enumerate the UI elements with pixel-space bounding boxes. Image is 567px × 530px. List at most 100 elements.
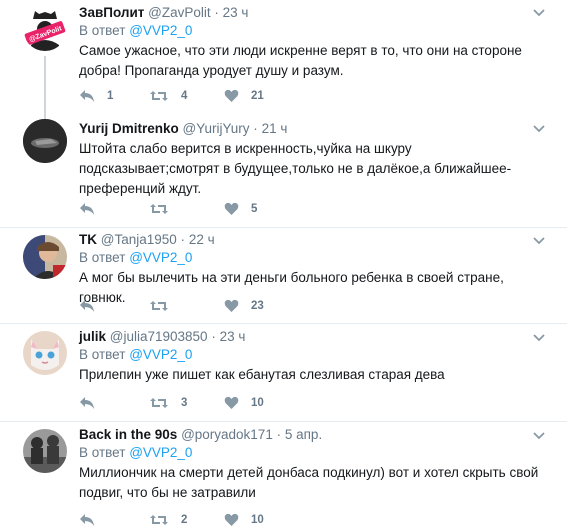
heart-icon xyxy=(224,396,239,409)
reply-context: В ответ @VVP2_0 xyxy=(79,444,547,462)
tweet-text: Миллиончик на смерти детей донбаса подки… xyxy=(79,465,539,500)
retweet-icon xyxy=(150,398,168,408)
like-button[interactable]: 10 xyxy=(224,513,264,527)
tweet-header: TK @Tanja1950 · 22 ч xyxy=(79,231,547,249)
tweet-content: Yurij Dmitrenko @YurijYury · 21 ч Штойта… xyxy=(79,120,547,199)
reply-context: В ответ @VVP2_0 xyxy=(79,22,547,40)
user-name[interactable]: Yurij Dmitrenko xyxy=(79,121,179,136)
separator: · xyxy=(276,427,282,442)
thread-line xyxy=(44,56,46,120)
retweet-icon xyxy=(150,204,168,214)
like-button[interactable]: 23 xyxy=(224,299,264,313)
reply-prefix: В ответ xyxy=(79,445,126,460)
user-handle[interactable]: @julia71903850 xyxy=(110,329,208,344)
timestamp[interactable]: 23 ч xyxy=(223,5,249,20)
retweet-button[interactable] xyxy=(149,299,181,313)
tweet[interactable]: Back in the 90s @poryadok171 · 5 апр. В … xyxy=(0,422,567,530)
retweet-icon xyxy=(150,301,168,311)
tweet[interactable]: Yurij Dmitrenko @YurijYury · 21 ч Штойта… xyxy=(0,114,567,228)
reply-prefix: В ответ xyxy=(79,347,126,362)
user-handle[interactable]: @poryadok171 xyxy=(181,427,273,442)
retweet-button[interactable]: 4 xyxy=(149,89,187,103)
avatar[interactable] xyxy=(23,119,67,163)
avatar-image xyxy=(23,331,67,375)
separator: · xyxy=(253,121,258,136)
reply-icon xyxy=(80,300,94,312)
user-name[interactable]: ЗавПолит xyxy=(79,5,144,20)
reply-button[interactable]: 1 xyxy=(79,89,113,103)
reply-to-link[interactable]: @VVP2_0 xyxy=(129,445,192,460)
reply-context: В ответ @VVP2_0 xyxy=(79,346,547,364)
like-button[interactable]: 21 xyxy=(224,89,264,103)
user-handle[interactable]: @ZavPolit xyxy=(148,5,210,20)
like-button[interactable]: 5 xyxy=(224,202,257,216)
avatar[interactable] xyxy=(23,331,67,375)
reply-icon xyxy=(80,90,94,102)
reply-icon xyxy=(80,514,94,526)
chevron-down-icon[interactable] xyxy=(532,236,546,246)
heart-icon xyxy=(224,299,239,312)
retweet-count: 4 xyxy=(181,90,188,102)
tweet-text: Прилепин уже пишет как ебанутая слезлива… xyxy=(79,367,445,382)
reply-button[interactable] xyxy=(79,396,107,410)
reply-button[interactable] xyxy=(79,299,107,313)
user-name[interactable]: TK xyxy=(79,232,97,247)
like-count: 10 xyxy=(251,397,264,409)
reply-context: В ответ @VVP2_0 xyxy=(79,249,547,267)
tweet[interactable]: julik @julia71903850 · 23 ч В ответ @VVP… xyxy=(0,324,567,422)
like-count: 5 xyxy=(251,203,258,215)
separator: · xyxy=(214,5,219,20)
tweet-actions: 2 10 xyxy=(79,513,279,529)
chevron-down-icon[interactable] xyxy=(532,333,546,343)
retweet-button[interactable] xyxy=(149,202,181,216)
tweet-header: julik @julia71903850 · 23 ч xyxy=(79,328,547,346)
retweet-icon xyxy=(150,515,168,525)
avatar[interactable] xyxy=(23,235,67,279)
avatar[interactable]: @ZavPolit xyxy=(23,7,67,51)
reply-button[interactable] xyxy=(79,513,107,527)
reply-to-link[interactable]: @VVP2_0 xyxy=(129,347,192,362)
user-handle[interactable]: @Tanja1950 xyxy=(101,232,177,247)
reply-button[interactable] xyxy=(79,202,107,216)
tweet-feed: @ZavPolit ЗавПолит @ZavPolit · 23 ч В от… xyxy=(0,0,567,530)
heart-icon xyxy=(224,513,239,526)
avatar[interactable] xyxy=(23,429,67,473)
tweet-header: ЗавПолит @ZavPolit · 23 ч xyxy=(79,4,547,22)
user-handle[interactable]: @YurijYury xyxy=(183,121,250,136)
like-count: 10 xyxy=(251,514,264,526)
avatar-image xyxy=(23,119,67,163)
separator: · xyxy=(211,329,216,344)
avatar-image xyxy=(23,429,67,473)
user-name[interactable]: julik xyxy=(79,329,106,344)
like-button[interactable]: 10 xyxy=(224,396,264,410)
reply-to-link[interactable]: @VVP2_0 xyxy=(129,23,192,38)
chevron-down-icon[interactable] xyxy=(532,431,546,441)
reply-count: 1 xyxy=(107,90,114,102)
tweet-actions: 5 xyxy=(79,202,279,218)
user-name[interactable]: Back in the 90s xyxy=(79,427,177,442)
tweet-header: Yurij Dmitrenko @YurijYury · 21 ч xyxy=(79,120,547,138)
timestamp[interactable]: 5 апр. xyxy=(285,427,322,442)
retweet-button[interactable]: 3 xyxy=(149,396,187,410)
chevron-down-icon[interactable] xyxy=(532,8,546,18)
tweet-content: Back in the 90s @poryadok171 · 5 апр. В … xyxy=(79,426,547,503)
separator: · xyxy=(180,232,186,247)
like-count: 21 xyxy=(251,90,264,102)
tweet[interactable]: TK @Tanja1950 · 22 ч В ответ @VVP2_0 А м… xyxy=(0,228,567,324)
retweet-count: 3 xyxy=(181,397,188,409)
timestamp[interactable]: 22 ч xyxy=(189,232,215,247)
timestamp[interactable]: 23 ч xyxy=(220,329,246,344)
tweet-actions: 23 xyxy=(79,299,279,315)
reply-to-link[interactable]: @VVP2_0 xyxy=(129,250,192,265)
tweet-content: julik @julia71903850 · 23 ч В ответ @VVP… xyxy=(79,328,547,385)
tweet[interactable]: @ZavPolit ЗавПолит @ZavPolit · 23 ч В от… xyxy=(0,0,567,120)
zavpolit-logo-icon: @ZavPolit xyxy=(23,7,67,51)
retweet-button[interactable]: 2 xyxy=(149,513,187,527)
retweet-count: 2 xyxy=(181,514,188,526)
tweet-text: Штойта слабо верится в искренность,чуйка… xyxy=(79,141,512,196)
heart-icon xyxy=(224,202,239,215)
tweet-actions: 1 4 21 xyxy=(79,89,279,105)
tweet-text: Самое ужасное, что эти люди искренне вер… xyxy=(79,43,522,78)
chevron-down-icon[interactable] xyxy=(532,124,546,134)
timestamp[interactable]: 21 ч xyxy=(262,121,288,136)
